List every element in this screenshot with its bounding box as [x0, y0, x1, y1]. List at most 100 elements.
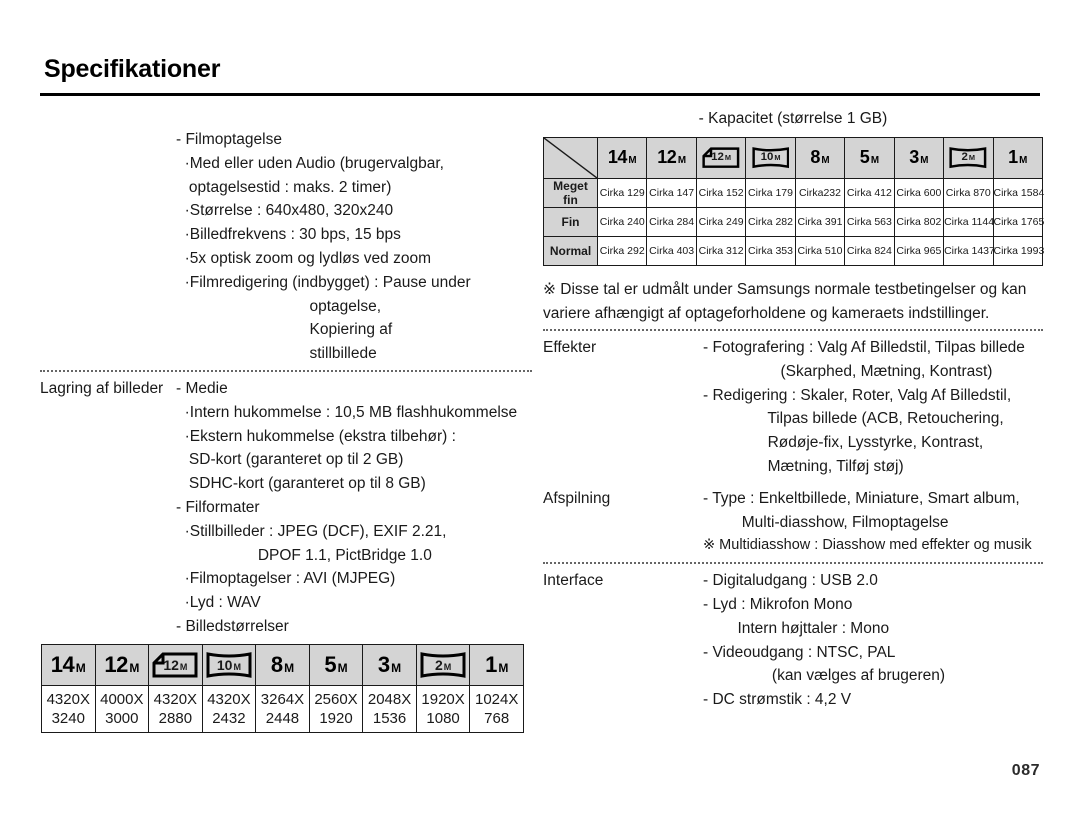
res-plain-icon: 8M	[810, 147, 830, 167]
capacity-header-cell: 2M	[943, 137, 994, 179]
page-title: Specifikationer	[44, 55, 221, 83]
capacity-cell: Cirka 802	[893, 207, 945, 237]
spec-line: - Fotografering : Valg Af Billedstil, Ti…	[703, 339, 1025, 356]
title-divider	[40, 93, 1040, 96]
spec-line: - Filmoptagelse	[176, 131, 282, 148]
res-plain-icon: 14 M	[607, 147, 637, 167]
capacity-note: ※ Disse tal er udmålt under Samsungs nor…	[543, 278, 1043, 325]
capacity-cell: Cirka 312	[695, 236, 747, 266]
spec-body-filmoptagelse: - Filmoptagelse ·Med eller uden Audio (b…	[176, 128, 532, 366]
capacity-header-cell: 12 M	[695, 137, 747, 179]
table-row-headers: 14 M 12 M 12 M 10 M 8 M 5 M 3 M 2 M 1 M	[41, 644, 524, 686]
capacity-cell: Cirka 1144	[943, 207, 994, 237]
spec-footnote: ※ Multidiasshow : Diasshow med effekter …	[703, 537, 1032, 554]
size-value: 768	[484, 710, 510, 727]
table-row: Normal Cirka 292 Cirka 403 Cirka 312 Cirka 3…	[543, 236, 1044, 266]
spec-block-afspilning: Afspilning - Type : Enkeltbillede, Minia…	[543, 487, 1043, 558]
spec-line: optagelsestid : maks. 2 timer)	[176, 178, 392, 196]
capacity-cell: Cirka 284	[646, 207, 697, 237]
spec-line: ·Filmredigering (indbygget) : Pause unde…	[176, 273, 471, 291]
note-line: variere afhængigt af optageforholdene og…	[543, 304, 990, 322]
spec-line: stillbillede	[176, 345, 377, 363]
size-value: 1920X	[421, 691, 465, 708]
section-divider	[40, 369, 532, 372]
capacity-cell: Cirka 282	[745, 207, 796, 237]
spec-label-afspilning: Afspilning	[543, 489, 611, 507]
spec-line: - Digitaludgang : USB 2.0	[703, 572, 878, 590]
size-value: 2048X	[367, 691, 412, 708]
res-wide-icon: 2M	[420, 652, 466, 678]
capacity-header-cell: 12 M	[646, 137, 697, 179]
size-value-cell: 1024X 768	[469, 685, 524, 733]
table-row-values: 4320X 3240 4000X 3000 4320X 2880 4320X 2432 3264…	[41, 685, 524, 733]
spec-line: SDHC-kort (garanteret op til 8 GB)	[176, 475, 426, 493]
size-header-cell: 10 M	[201, 644, 257, 686]
capacity-cell: Cirka 1584	[992, 178, 1044, 208]
spec-line: - DC strømstik : 4,2 V	[703, 691, 852, 709]
section-divider	[543, 329, 1043, 331]
capacity-cell: Cirka 403	[646, 236, 697, 266]
spec-line: ·Billedfrekvens : 30 bps, 15 bps	[176, 226, 401, 244]
size-value-cell: 2048X 1536	[362, 685, 417, 733]
left-column: - Filmoptagelse ·Med eller uden Audio (b…	[40, 128, 532, 639]
capacity-cell: Cirka 1765	[992, 207, 1044, 237]
capacity-header-cell: 3M	[893, 137, 945, 179]
size-value: 2880	[158, 710, 193, 727]
size-value-cell: 4000X 3000	[94, 685, 150, 733]
size-header-cell: 1M	[469, 644, 524, 686]
res-plain-icon: 8M	[270, 651, 295, 677]
res-foldedcorner-icon: 12 M	[152, 652, 198, 678]
size-value: 1920	[319, 710, 353, 727]
size-header-cell: 12 M	[148, 644, 203, 686]
spec-line: Mætning, Tilføj støj)	[703, 457, 904, 475]
capacity-cell: Cirka 292	[596, 236, 648, 266]
spec-line: DPOF 1.1, PictBridge 1.0	[176, 546, 432, 564]
size-header-cell: 12 M	[94, 644, 150, 686]
capacity-header-cell: 1M	[992, 137, 1043, 179]
capacity-table-wrap: - Kapacitet (størrelse 1 GB) 14 M 12 M 12 M 10…	[543, 110, 1044, 278]
capacity-row-label: Normal	[543, 236, 598, 266]
capacity-cell: Cirka 152	[695, 178, 747, 208]
size-value-cell: 1920X 1080	[415, 685, 471, 733]
spec-line: Intern højttaler : Mono	[703, 619, 890, 637]
spec-label-lagring: Lagring af billeder	[40, 379, 164, 397]
res-wide-icon: 10 M	[206, 652, 252, 678]
size-value-cell: 4320X 3240	[41, 685, 96, 733]
spec-line: - Type : Enkeltbillede, Miniature, Smart…	[703, 489, 1020, 507]
capacity-cell: Cirka 824	[844, 236, 895, 266]
spec-line: ·5x optisk zoom og lydløs ved zoom	[176, 249, 431, 267]
capacity-cell: Cirka 1437	[943, 236, 995, 266]
spec-label-effekter: Effekter	[543, 339, 597, 356]
table-row-headers: 14 M 12 M 12 M 10 M 8 M 5 M 3 M 2 M 1 M	[543, 137, 1043, 179]
res-wide-icon: 10 M	[752, 147, 790, 169]
size-value: 3264X	[260, 691, 305, 708]
capacity-caption: - Kapacitet (størrelse 1 GB)	[698, 110, 888, 127]
size-value-cell: 2560X 1920	[308, 685, 364, 733]
spec-line: Multi-diasshow, Filmoptagelse	[703, 513, 949, 531]
size-value-cell: 4320X 2880	[148, 685, 203, 733]
spec-line: ·Filmoptagelser : AVI (MJPEG)	[176, 570, 396, 588]
spec-block-filmoptagelse: - Filmoptagelse ·Med eller uden Audio (b…	[40, 128, 532, 366]
section-divider	[543, 562, 1043, 565]
size-header-cell: 14 M	[41, 644, 96, 686]
spec-body-lagring: - Medie ·Intern hukommelse : 10,5 MB fla…	[176, 377, 532, 639]
spec-line: ·Størrelse : 640x480, 320x240	[176, 202, 394, 220]
capacity-cell: Cirka 870	[943, 178, 994, 208]
res-plain-icon: 3M	[377, 651, 402, 677]
spec-block-interface: Interface - Digitaludgang : USB 2.0 - Ly…	[543, 569, 1043, 712]
size-value: 2432	[212, 710, 246, 727]
right-column: - Kapacitet (størrelse 1 GB) 14 M 12 M 12 M 10…	[543, 110, 1044, 712]
table-row: Fin Cirka 240 Cirka 284 Cirka 249 Cirka 282 C…	[543, 207, 1044, 237]
spec-body-interface: - Digitaludgang : USB 2.0 - Lyd : Mikrof…	[703, 569, 1043, 712]
size-header-cell: 8M	[255, 644, 310, 686]
res-plain-icon: 1M	[1008, 147, 1028, 167]
size-value: 2448	[265, 710, 300, 727]
capacity-cell: Cirka 147	[646, 178, 697, 208]
capacity-cell: Cirka 353	[745, 236, 796, 266]
size-value-cell: 4320X 2432	[201, 685, 257, 733]
size-value: 3240	[51, 710, 85, 727]
spec-line: Tilpas billede (ACB, Retouchering,	[703, 410, 1004, 428]
size-value: 4320X	[46, 691, 90, 708]
size-header-cell: 2M	[415, 644, 471, 686]
spec-line: Rødøje-fix, Lysstyrke, Kontrast,	[703, 434, 984, 452]
